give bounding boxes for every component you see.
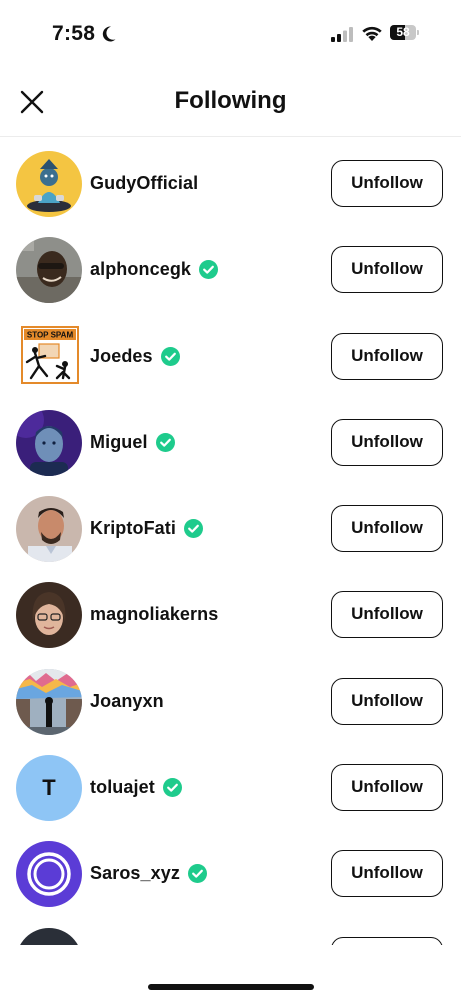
- verified-badge-icon: [184, 519, 203, 539]
- avatar[interactable]: [16, 582, 82, 649]
- list-item[interactable]: GudyOfficial Unfollow: [0, 137, 461, 223]
- unfollow-button[interactable]: Unfollow: [331, 850, 443, 898]
- username: alphoncegk: [90, 259, 192, 280]
- status-bar: 7:58 58: [0, 0, 461, 66]
- username: Saros_xyz: [90, 863, 180, 884]
- avatar[interactable]: [16, 927, 82, 945]
- verified-badge-icon: [160, 346, 180, 366]
- list-item[interactable]: Joanyxn Unfollow: [0, 655, 461, 741]
- avatar[interactable]: [16, 151, 82, 217]
- username: magnoliakerns: [90, 604, 219, 625]
- username: KriptoFati: [90, 518, 176, 539]
- username: Miguel: [90, 431, 148, 452]
- list-item[interactable]: alphoncegk Unfollow: [0, 223, 461, 309]
- username: GudyOfficial: [90, 173, 199, 193]
- list-item[interactable]: KriptoFati Unfollow: [0, 482, 461, 568]
- status-time: 7:58: [52, 22, 96, 45]
- verified-badge-icon: [187, 864, 207, 884]
- list-item[interactable]: STOP SPAM Joedes Unfollow: [0, 310, 461, 396]
- avatar[interactable]: [16, 841, 82, 908]
- list-item[interactable]: [0, 914, 461, 945]
- avatar-letter: T: [42, 775, 56, 801]
- user-name-group[interactable]: Miguel: [90, 432, 175, 453]
- list-item[interactable]: Saros_xyz Unfollow: [0, 827, 461, 913]
- header-bar: Following: [0, 66, 461, 137]
- list-item[interactable]: Miguel Unfollow: [0, 396, 461, 482]
- user-name-group[interactable]: alphoncegk: [90, 259, 219, 280]
- moon-icon: [99, 25, 117, 48]
- following-list[interactable]: GudyOfficial Unfollow alphoncegk Unfollow ST…: [0, 137, 461, 945]
- cellular-signal-icon: [331, 27, 353, 47]
- list-item[interactable]: magnoliakerns Unfollow: [0, 568, 461, 654]
- wifi-icon: [361, 25, 383, 47]
- avatar[interactable]: STOP SPAM: [21, 325, 79, 384]
- unfollow-button[interactable]: [331, 936, 443, 945]
- username: toluajet: [90, 777, 155, 798]
- avatar[interactable]: [16, 409, 82, 476]
- unfollow-button[interactable]: Unfollow: [331, 764, 443, 812]
- unfollow-button[interactable]: Unfollow: [331, 677, 443, 725]
- user-name-group[interactable]: Joedes: [90, 346, 180, 367]
- username: Joanyxn: [90, 690, 164, 711]
- avatar[interactable]: [16, 237, 82, 304]
- verified-badge-icon: [155, 432, 175, 452]
- unfollow-button[interactable]: Unfollow: [331, 332, 443, 380]
- verified-badge-icon: [199, 260, 219, 280]
- page-title: Following: [174, 87, 287, 114]
- verified-badge-icon: [162, 778, 182, 798]
- user-name-group[interactable]: toluajet: [90, 777, 182, 798]
- list-item[interactable]: Ttoluajet Unfollow: [0, 741, 461, 827]
- battery-icon: 58: [390, 25, 420, 42]
- unfollow-button[interactable]: Unfollow: [331, 418, 443, 466]
- unfollow-button[interactable]: Unfollow: [331, 160, 443, 207]
- home-indicator[interactable]: [148, 984, 314, 990]
- unfollow-button[interactable]: Unfollow: [331, 246, 443, 294]
- user-name-group[interactable]: magnoliakerns: [90, 604, 218, 625]
- avatar[interactable]: [16, 668, 82, 735]
- user-name-group[interactable]: Joanyxn: [90, 691, 164, 712]
- user-name-group[interactable]: KriptoFati: [90, 518, 203, 539]
- username: Joedes: [90, 345, 153, 366]
- svg-text:STOP SPAM: STOP SPAM: [27, 330, 74, 339]
- user-name-group[interactable]: Saros_xyz: [90, 863, 207, 884]
- user-name-group[interactable]: GudyOfficial: [90, 173, 198, 194]
- avatar[interactable]: [16, 496, 82, 563]
- unfollow-button[interactable]: Unfollow: [331, 505, 443, 553]
- battery-level: 58: [396, 25, 410, 39]
- unfollow-button[interactable]: Unfollow: [331, 591, 443, 639]
- avatar[interactable]: T: [16, 755, 82, 822]
